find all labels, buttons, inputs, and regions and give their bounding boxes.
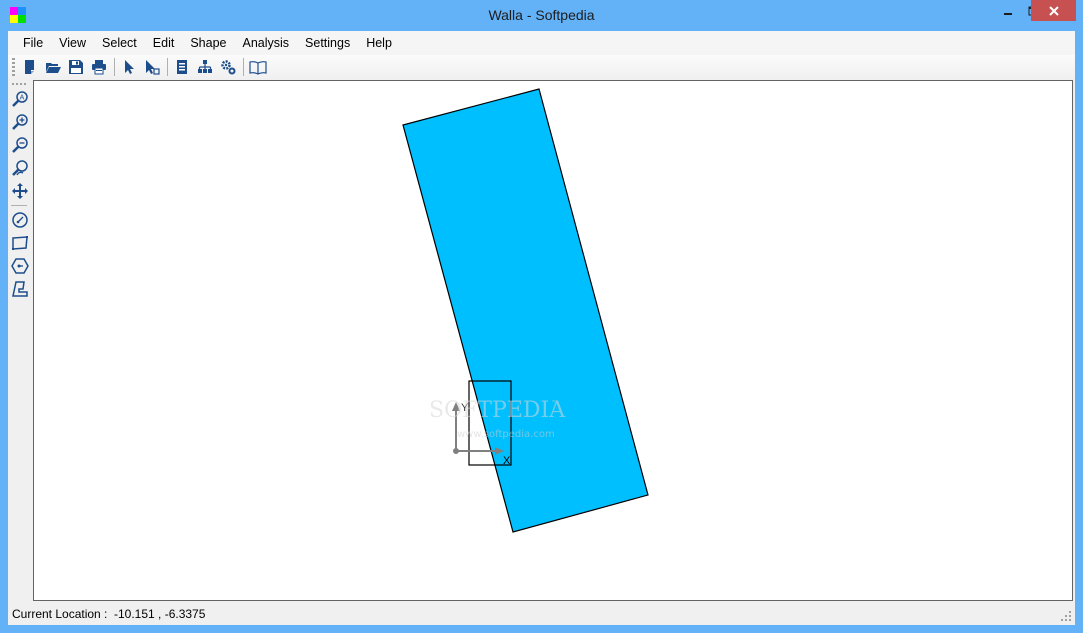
rotated-rectangle-shape[interactable] — [402, 88, 649, 533]
print-icon — [92, 60, 106, 75]
menu-shape[interactable]: Shape — [182, 32, 234, 54]
x-axis-label: X — [503, 455, 511, 467]
client-area: File View Select Edit Shape Analysis Set… — [8, 31, 1075, 625]
menu-analysis[interactable]: Analysis — [234, 32, 297, 54]
toolbar-grip[interactable] — [12, 58, 15, 76]
current-location-label: Current Location : — [12, 607, 108, 621]
properties-button[interactable] — [171, 56, 193, 78]
settings-gears-icon — [221, 60, 236, 75]
print-button[interactable] — [88, 56, 110, 78]
rectangle-tool-icon — [12, 236, 28, 250]
watermark-text: SOFTPEDIA — [429, 398, 566, 423]
zoom-auto-icon: A — [12, 91, 28, 107]
close-icon — [1048, 5, 1059, 16]
menu-edit[interactable]: Edit — [145, 32, 183, 54]
minimize-icon — [1004, 12, 1012, 15]
watermark-tm: ™ — [551, 399, 559, 408]
watermark-url: www.softpedia.com — [457, 429, 555, 440]
app-window: Walla - Softpedia File View Select Edit … — [0, 0, 1083, 633]
window-title: Walla - Softpedia — [488, 7, 595, 23]
zoom-out-icon — [12, 137, 28, 153]
zoom-previous-icon — [12, 160, 28, 176]
menu-select[interactable]: Select — [94, 32, 145, 54]
status-bar: Current Location : -10.151 , -6.3375 — [8, 603, 1075, 625]
watermark: SOFTPEDIA ™ www.softpedia.com — [429, 398, 566, 440]
polygon-tool-button[interactable] — [9, 255, 31, 277]
hierarchy-button[interactable] — [194, 56, 216, 78]
select-pointer-icon — [125, 60, 134, 74]
pan-button[interactable] — [9, 180, 31, 202]
help-book-button[interactable] — [247, 56, 269, 78]
save-icon — [69, 60, 83, 74]
menu-view[interactable]: View — [51, 32, 94, 54]
minimize-button[interactable] — [995, 0, 1021, 21]
hierarchy-icon — [198, 60, 212, 73]
new-button[interactable] — [19, 56, 41, 78]
select-shape-button[interactable] — [141, 56, 163, 78]
menu-bar: File View Select Edit Shape Analysis Set… — [8, 31, 1075, 55]
pan-icon — [12, 183, 28, 199]
custom-shape-tool-icon — [12, 281, 28, 297]
document-properties-icon — [177, 60, 187, 74]
new-icon — [25, 60, 34, 74]
custom-shape-tool-button[interactable] — [9, 278, 31, 300]
save-button[interactable] — [65, 56, 87, 78]
canvas-svg: Y X SOFTPEDIA ™ www.softpedia.com — [402, 88, 649, 533]
settings-button[interactable] — [217, 56, 239, 78]
zoom-in-button[interactable] — [9, 111, 31, 133]
open-button[interactable] — [42, 56, 64, 78]
circle-tool-button[interactable] — [9, 209, 31, 231]
zoom-previous-button[interactable] — [9, 157, 31, 179]
menu-settings[interactable]: Settings — [297, 32, 358, 54]
toolbar-separator — [114, 58, 115, 76]
select-button[interactable] — [118, 56, 140, 78]
drawing-canvas[interactable]: Y X SOFTPEDIA ™ www.softpedia.com — [33, 80, 1073, 601]
circle-tool-icon — [12, 212, 28, 228]
menu-help[interactable]: Help — [358, 32, 400, 54]
current-location-value: -10.151 , -6.3375 — [114, 607, 206, 621]
resize-grip-icon[interactable] — [1060, 610, 1072, 622]
left-toolbar-grip[interactable] — [12, 83, 26, 85]
book-icon — [249, 61, 267, 75]
left-toolbar: A — [8, 79, 32, 603]
close-button[interactable] — [1031, 0, 1076, 21]
zoom-auto-button[interactable]: A — [9, 88, 31, 110]
open-folder-icon — [46, 63, 61, 73]
left-toolbar-separator — [11, 205, 27, 206]
svg-text:A: A — [20, 95, 25, 102]
main-toolbar — [8, 55, 1075, 79]
rectangle-tool-button[interactable] — [9, 232, 31, 254]
zoom-in-icon — [12, 114, 28, 130]
zoom-out-button[interactable] — [9, 134, 31, 156]
toolbar-separator — [243, 58, 244, 76]
polygon-tool-icon — [11, 258, 29, 274]
title-bar[interactable]: Walla - Softpedia — [0, 0, 1083, 31]
axis-origin — [453, 448, 459, 454]
menu-file[interactable]: File — [15, 32, 51, 54]
toolbar-separator — [167, 58, 168, 76]
select-shape-icon — [146, 60, 160, 75]
